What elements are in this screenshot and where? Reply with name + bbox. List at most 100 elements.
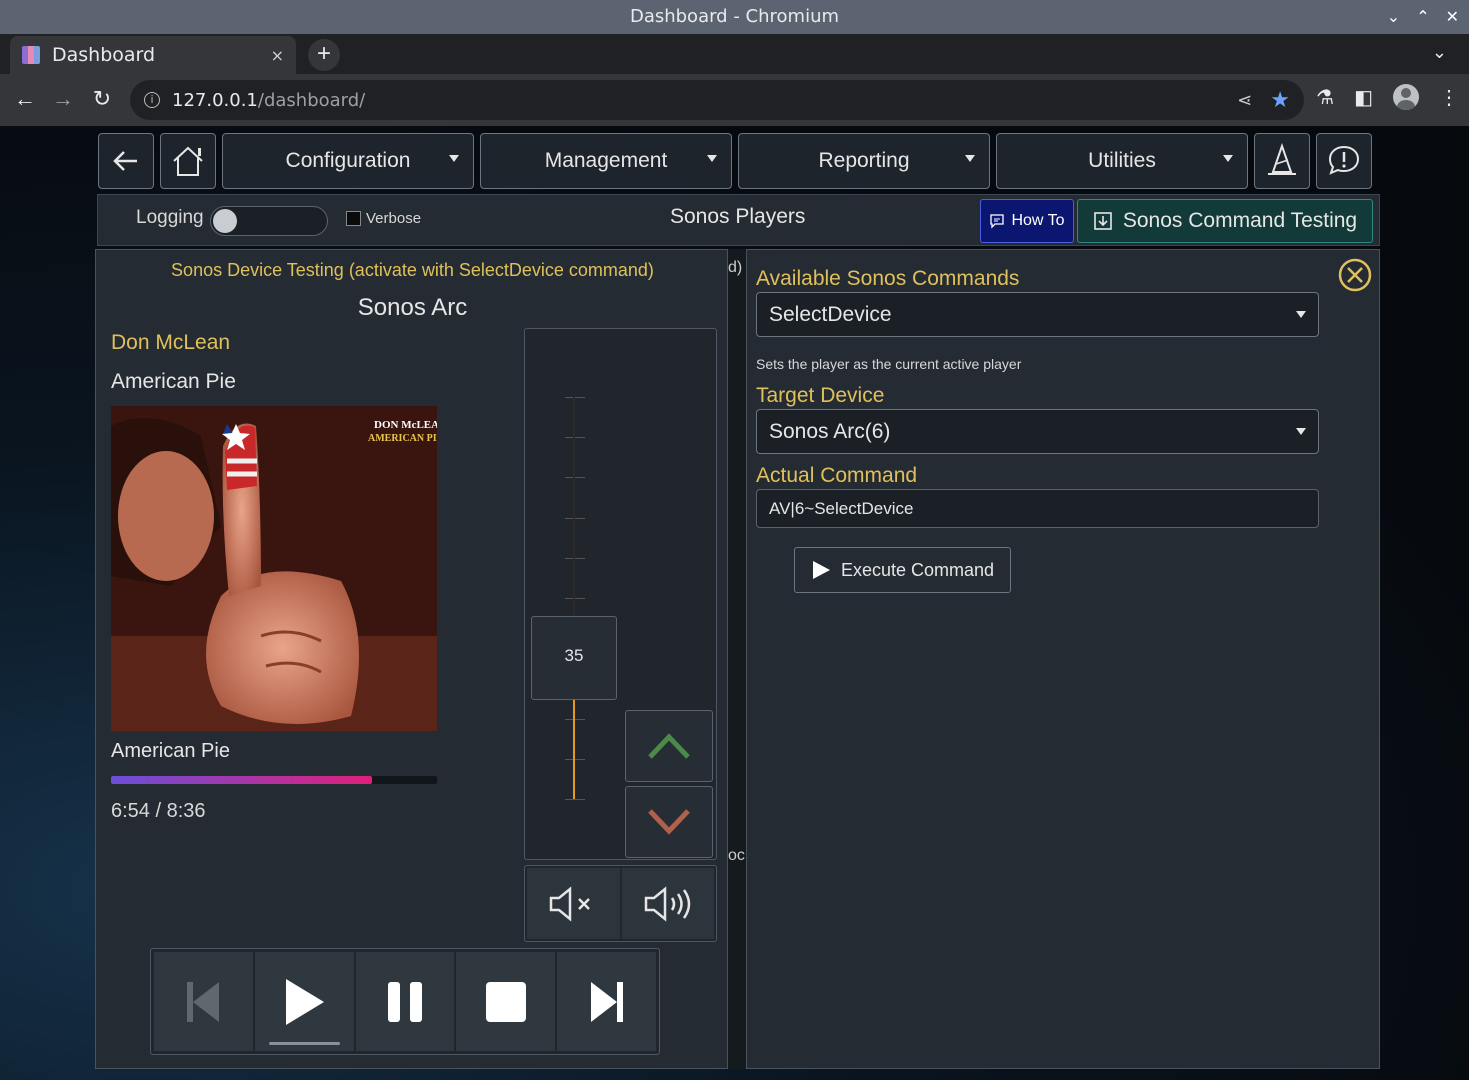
album-title: American Pie	[111, 740, 230, 762]
url-path: /dashboard/	[257, 89, 366, 111]
share-icon[interactable]: ⋖	[1237, 90, 1252, 111]
wizard-button[interactable]	[1254, 133, 1310, 189]
execute-command-button[interactable]: Execute Command	[794, 547, 1011, 593]
configuration-label: Configuration	[285, 149, 411, 172]
chevron-up-icon	[648, 733, 690, 759]
execute-command-label: Execute Command	[840, 559, 995, 580]
minimize-icon[interactable]: ⌄	[1387, 0, 1400, 34]
play-button[interactable]	[254, 952, 354, 1051]
howto-button[interactable]: How To	[980, 199, 1074, 243]
labs-flask-icon[interactable]: ⚗	[1316, 85, 1334, 110]
volume-mute-icon	[550, 885, 591, 922]
arrow-left-icon	[113, 151, 137, 171]
command-testing-label: Sonos Command Testing	[1122, 209, 1358, 232]
device-testing-panel: Sonos Device Testing (activate with Sele…	[95, 249, 728, 1069]
track-name: American Pie	[111, 370, 236, 393]
command-testing-button[interactable]: Sonos Command Testing	[1077, 199, 1373, 243]
command-select[interactable]: SelectDevice	[756, 292, 1319, 337]
bookmark-star-icon[interactable]: ★	[1270, 88, 1290, 113]
site-info-icon[interactable]: i	[144, 92, 160, 108]
transport-controls	[150, 948, 660, 1055]
forward-icon[interactable]: →	[48, 84, 78, 114]
volume-control: 35	[524, 328, 717, 860]
close-icon[interactable]	[1337, 257, 1373, 293]
volume-down-button[interactable]	[625, 786, 713, 858]
command-help-text: Sets the player as the current active pl…	[756, 356, 1022, 372]
pause-button[interactable]	[355, 952, 455, 1051]
album-art-title: AMERICAN PIE	[368, 433, 437, 444]
verbose-label: Verbose	[366, 210, 422, 227]
caret-down-icon	[1296, 428, 1306, 435]
management-menu[interactable]: Management	[480, 133, 732, 189]
volume-tick	[565, 437, 585, 439]
browser-menu-icon[interactable]: ⋮	[1439, 85, 1459, 110]
previous-track-button[interactable]	[154, 952, 253, 1051]
toggle-knob	[213, 209, 237, 233]
browser-tab[interactable]: Dashboard ×	[10, 36, 296, 74]
new-tab-button[interactable]: +	[308, 39, 340, 71]
reporting-label: Reporting	[818, 149, 910, 172]
target-device-select[interactable]: Sonos Arc(6)	[756, 409, 1319, 454]
track-progress-bar[interactable]	[111, 776, 437, 784]
back-icon[interactable]: ←	[10, 84, 40, 114]
alert-chat-icon	[1328, 145, 1360, 175]
volume-tick	[565, 477, 585, 479]
address-bar[interactable]: i 127.0.0.1 /dashboard/ ⋖ ★	[130, 80, 1304, 120]
volume-tick	[565, 718, 585, 720]
tab-title: Dashboard	[52, 44, 156, 66]
home-button[interactable]	[160, 133, 216, 189]
close-window-icon[interactable]: ✕	[1446, 0, 1459, 34]
next-track-button[interactable]	[557, 952, 656, 1051]
command-select-value: SelectDevice	[769, 302, 892, 326]
dashboard-favicon-icon	[22, 46, 40, 64]
back-button[interactable]	[98, 133, 154, 189]
verbose-checkbox[interactable]	[346, 211, 361, 226]
stop-button[interactable]	[456, 952, 556, 1051]
wizard-hat-icon	[1268, 142, 1296, 175]
volume-tick	[565, 557, 585, 559]
maximize-icon[interactable]: ⌃	[1416, 0, 1429, 34]
chat-icon	[990, 214, 1005, 229]
play-icon	[812, 561, 830, 579]
side-panel-icon[interactable]: ◧	[1354, 85, 1373, 110]
utilities-menu[interactable]: Utilities	[996, 133, 1248, 189]
device-testing-header: Sonos Device Testing (activate with Sele…	[171, 260, 654, 280]
stop-icon	[485, 981, 526, 1022]
device-name: Sonos Arc	[357, 294, 468, 321]
reporting-menu[interactable]: Reporting	[738, 133, 990, 189]
album-art: DON McLEAN AMERICAN PIE	[111, 406, 437, 731]
logging-label: Logging	[136, 207, 204, 228]
volume-slider-thumb[interactable]: 35	[531, 616, 617, 700]
actual-command-field[interactable]: AV|6~SelectDevice	[756, 489, 1319, 528]
home-icon	[173, 146, 203, 176]
download-box-icon	[1094, 212, 1112, 230]
browser-toolbar: ← → ↻ i 127.0.0.1 /dashboard/ ⋖ ★ ⚗ ◧ ⋮	[0, 74, 1469, 126]
volume-tick	[565, 517, 585, 519]
actual-command-label: Actual Command	[756, 464, 918, 487]
volume-tick	[565, 758, 585, 760]
target-device-value: Sonos Arc(6)	[769, 419, 891, 443]
window-titlebar: Dashboard - Chromium ⌄ ⌃ ✕	[0, 0, 1469, 34]
tab-search-icon[interactable]: ⌄	[1432, 42, 1447, 63]
tab-strip: Dashboard × + ⌄	[0, 34, 1469, 74]
mute-button[interactable]	[527, 868, 620, 939]
window-title: Dashboard - Chromium	[629, 6, 840, 27]
howto-label: How To	[1011, 212, 1065, 229]
configuration-menu[interactable]: Configuration	[222, 133, 474, 189]
reload-icon[interactable]: ↻	[87, 84, 117, 114]
skip-next-icon	[590, 981, 623, 1022]
feedback-button[interactable]	[1316, 133, 1372, 189]
logging-toggle[interactable]	[210, 206, 328, 236]
caret-down-icon	[965, 155, 975, 162]
volume-tick	[565, 799, 585, 800]
skip-previous-icon	[187, 981, 220, 1022]
actual-command-value: AV|6~SelectDevice	[769, 498, 914, 518]
unmute-button[interactable]	[621, 868, 714, 939]
profile-avatar-icon[interactable]	[1393, 84, 1419, 110]
management-label: Management	[544, 149, 668, 172]
volume-tick	[565, 598, 585, 599]
play-icon	[286, 978, 325, 1025]
volume-up-button[interactable]	[625, 710, 713, 782]
caret-down-icon	[707, 155, 717, 162]
tab-close-icon[interactable]: ×	[271, 46, 284, 65]
